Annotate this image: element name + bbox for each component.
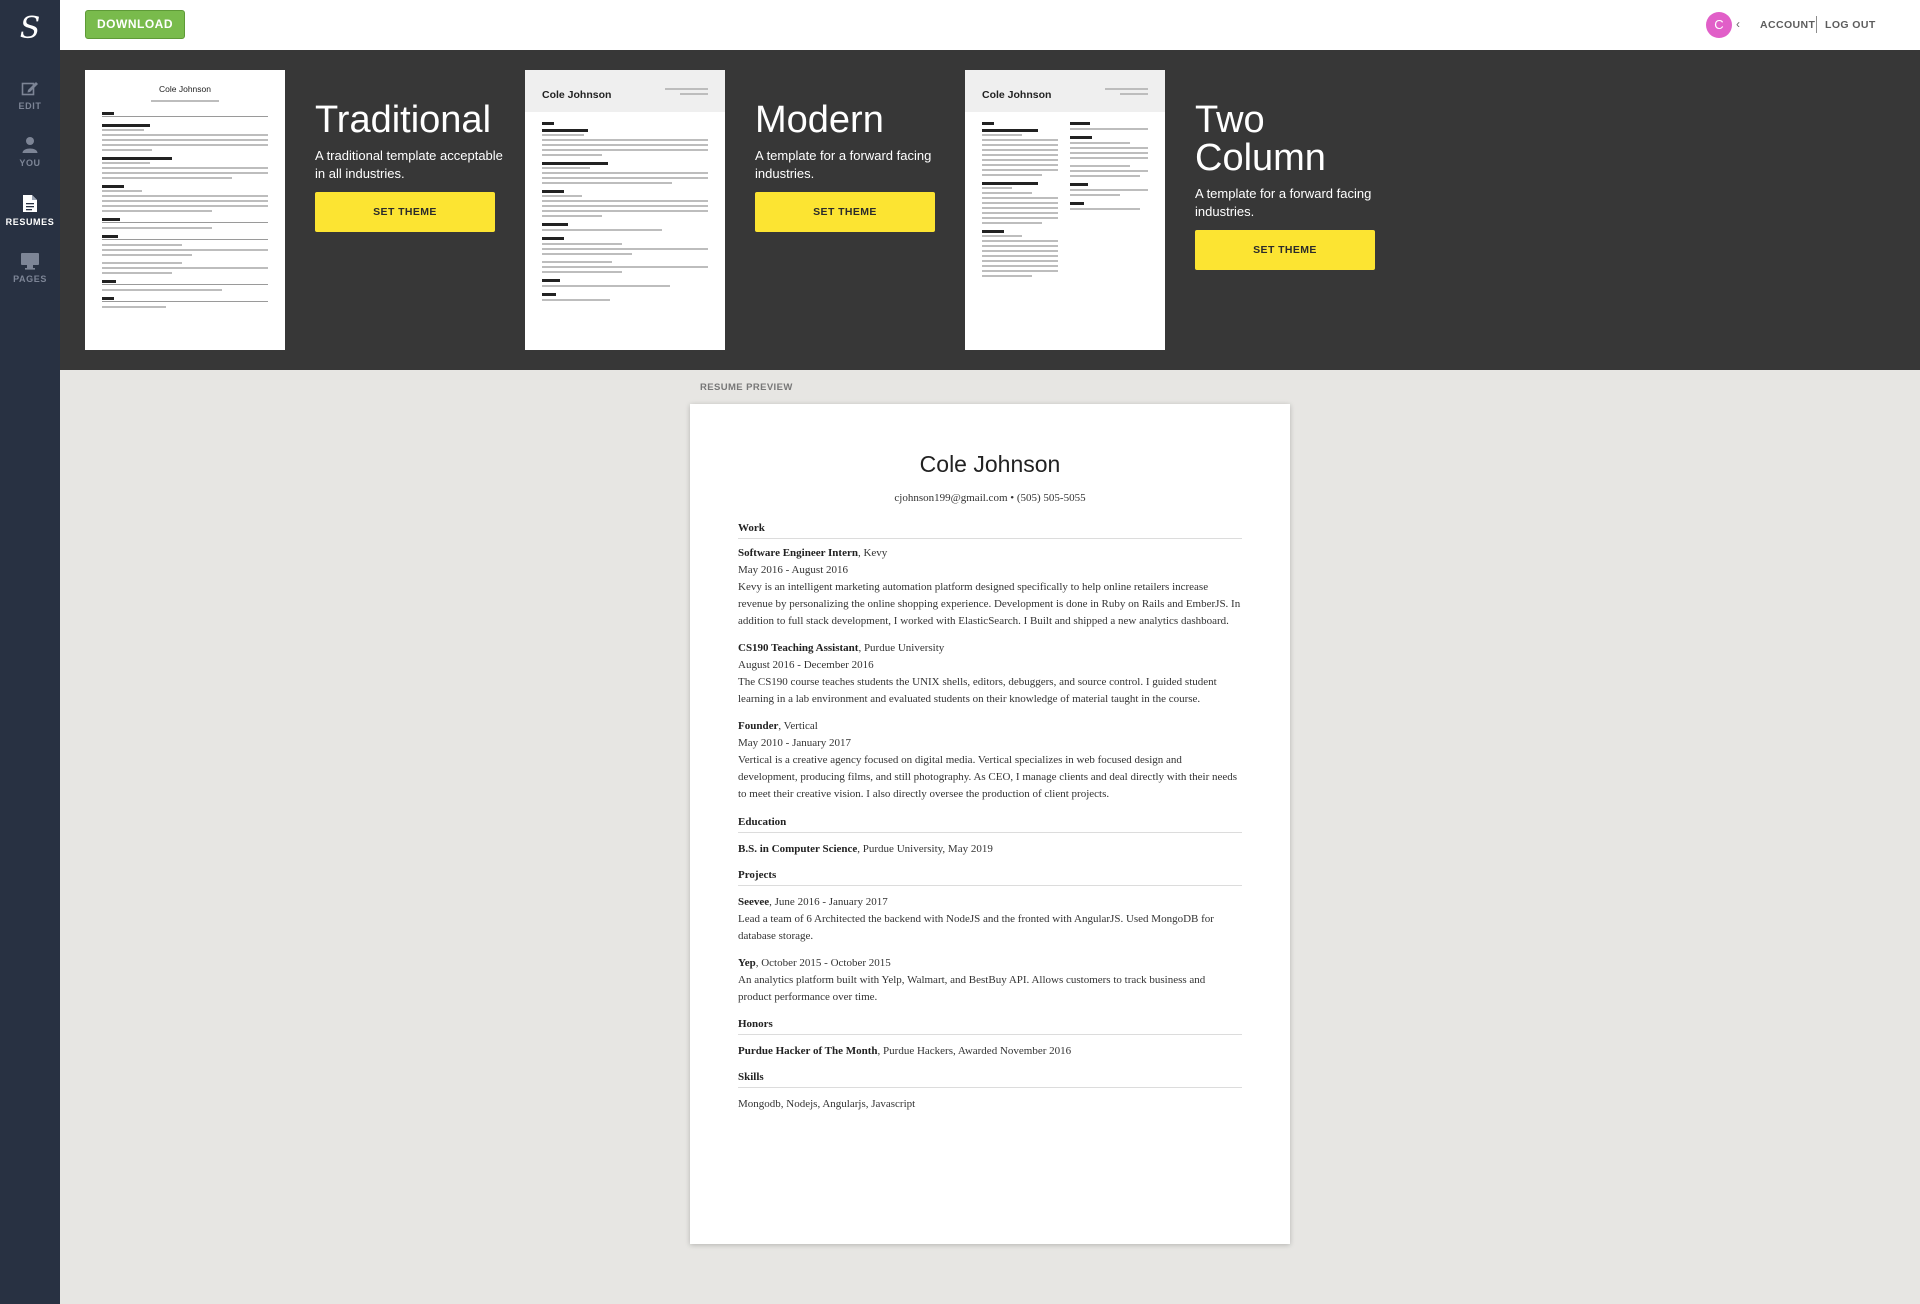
thumbnail-name: Cole Johnson xyxy=(982,89,1052,101)
account-link[interactable]: ACCOUNT xyxy=(1760,19,1815,31)
edit-icon xyxy=(21,82,38,96)
work-entry-description: Kevy is an intelligent marketing automat… xyxy=(738,581,1209,593)
download-button[interactable]: DOWNLOAD xyxy=(85,10,185,39)
avatar[interactable]: C xyxy=(1706,12,1732,38)
resume-name: Cole Johnson xyxy=(919,451,1061,477)
theme-description-two-column: A template for a forward facing industri… xyxy=(1195,186,1372,219)
theme-thumbnail-traditional[interactable]: Cole Johnson xyxy=(85,70,285,350)
section-heading-skills: Skills xyxy=(738,1071,1242,1088)
sidebar: S EDIT YOU RESUMES PAGES xyxy=(0,0,60,1304)
sidebar-item-label: RESUMES xyxy=(5,217,55,227)
sidebar-item-label: PAGES xyxy=(13,274,47,284)
theme-name-traditional: Traditional xyxy=(315,99,492,141)
resume-preview: Cole Johnson cjohnson199@gmail.com • (50… xyxy=(690,404,1290,1244)
sidebar-item-label: YOU xyxy=(19,158,41,168)
work-entry-description: to meet their creative vision. I also di… xyxy=(738,788,1110,800)
work-entry-title: Founder, Vertical xyxy=(738,720,818,732)
work-entry-description: development, producing films, and still … xyxy=(738,771,1238,783)
skills-entry: Mongodb, Nodejs, Angularjs, Javascript xyxy=(738,1098,916,1110)
project-entry-description: database storage. xyxy=(738,930,814,942)
section-heading-honors: Honors xyxy=(738,1018,1242,1035)
set-theme-button-modern[interactable]: SET THEME xyxy=(755,192,935,232)
work-entry-dates: August 2016 - December 2016 xyxy=(738,659,874,671)
set-theme-button-traditional[interactable]: SET THEME xyxy=(315,192,495,232)
work-entry-description: Vertical is a creative agency focused on… xyxy=(738,754,1182,766)
project-entry-description: Lead a team of 6 Architected the backend… xyxy=(738,913,1214,925)
resume-preview-label: RESUME PREVIEW xyxy=(700,382,793,393)
set-theme-button-two-column[interactable]: SET THEME xyxy=(1195,230,1375,270)
section-heading-education: Education xyxy=(738,816,1242,833)
work-entry-dates: May 2010 - January 2017 xyxy=(738,737,852,749)
resume-contact: cjohnson199@gmail.com • (505) 505-5055 xyxy=(894,492,1086,504)
project-entry-title: Yep, October 2015 - October 2015 xyxy=(738,957,891,969)
work-entry-title: Software Engineer Intern, Kevy xyxy=(738,547,888,559)
theme-description-traditional: A traditional template acceptable in all… xyxy=(315,148,503,181)
user-icon xyxy=(22,137,38,153)
work-entry-description: learning in a lab environment and evalua… xyxy=(738,693,1201,705)
theme-thumbnail-modern[interactable]: Cole Johnson xyxy=(525,70,725,350)
theme-description-modern: A template for a forward facing industri… xyxy=(755,148,932,181)
section-heading-work: Work xyxy=(738,522,1242,539)
project-entry-description: product performance over time. xyxy=(738,991,878,1003)
project-entry-description: An analytics platform built with Yelp, W… xyxy=(738,974,1206,986)
document-icon xyxy=(23,195,37,212)
work-entry-description: The CS190 course teaches students the UN… xyxy=(738,676,1217,688)
work-entry-dates: May 2016 - August 2016 xyxy=(738,564,848,576)
monitor-icon xyxy=(21,253,39,270)
theme-selector: Cole Johnson Traditional A traditional t… xyxy=(60,50,1920,370)
sidebar-item-edit[interactable]: EDIT xyxy=(0,80,60,132)
section-heading-projects: Projects xyxy=(738,869,1242,886)
work-entry-title: CS190 Teaching Assistant, Purdue Univers… xyxy=(738,642,945,654)
theme-name-two-column: Two Column xyxy=(1195,99,1326,179)
chevron-left-icon[interactable]: ‹ xyxy=(1736,17,1740,31)
sidebar-item-label: EDIT xyxy=(18,101,42,111)
sidebar-item-resumes[interactable]: RESUMES xyxy=(0,194,60,246)
project-entry-title: Seevee, June 2016 - January 2017 xyxy=(738,896,888,908)
app-logo[interactable]: S xyxy=(0,0,60,60)
sidebar-item-pages[interactable]: PAGES xyxy=(0,252,60,304)
theme-name-modern: Modern xyxy=(755,99,884,141)
sidebar-item-you[interactable]: YOU xyxy=(0,136,60,188)
divider xyxy=(1816,16,1817,33)
theme-thumbnail-two-column[interactable]: Cole Johnson xyxy=(965,70,1165,350)
work-entry-description: revenue by personalizing the online shop… xyxy=(738,598,1241,610)
education-entry: B.S. in Computer Science, Purdue Univers… xyxy=(738,843,993,855)
honors-entry: Purdue Hacker of The Month, Purdue Hacke… xyxy=(738,1045,1072,1057)
work-entry-description: addition to full stack development, I wo… xyxy=(738,615,1229,627)
thumbnail-name: Cole Johnson xyxy=(159,84,211,94)
thumbnail-name: Cole Johnson xyxy=(542,89,612,101)
top-bar: DOWNLOAD C ‹ ACCOUNT LOG OUT xyxy=(60,0,1920,50)
logout-link[interactable]: LOG OUT xyxy=(1825,19,1876,31)
